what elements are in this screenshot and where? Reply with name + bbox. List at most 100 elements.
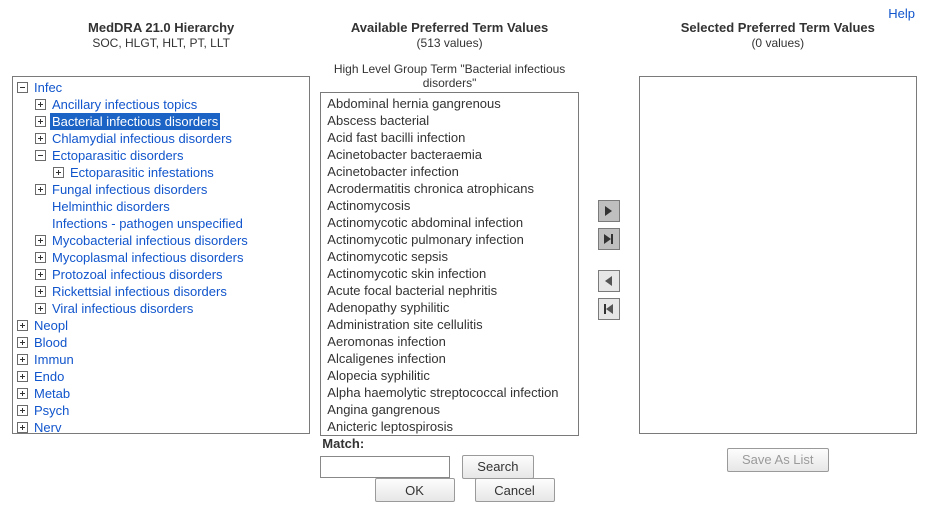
help-link[interactable]: Help — [888, 6, 915, 21]
tree-node[interactable]: Psych — [32, 402, 71, 419]
arrow-right-icon — [605, 206, 612, 216]
tree-node[interactable]: Helminthic disorders — [50, 198, 172, 215]
expand-icon[interactable] — [35, 116, 46, 127]
expand-icon[interactable] — [35, 133, 46, 144]
double-arrow-left-icon — [604, 304, 613, 314]
tree-node[interactable]: Bacterial infectious disorders — [50, 113, 220, 130]
list-item[interactable]: Acinetobacter infection — [323, 163, 576, 180]
expand-icon[interactable] — [35, 269, 46, 280]
list-item[interactable]: Acute focal bacterial nephritis — [323, 282, 576, 299]
tree-node[interactable]: Metab — [32, 385, 72, 402]
tree-row: Psych — [15, 402, 307, 419]
tree-row: Protozoal infectious disorders — [15, 266, 307, 283]
expand-icon[interactable] — [17, 388, 28, 399]
hierarchy-subtitle: SOC, HLGT, HLT, PT, LLT — [92, 36, 230, 50]
list-item[interactable]: Acinetobacter bacteraemia — [323, 146, 576, 163]
list-item[interactable]: Actinomycotic abdominal infection — [323, 214, 576, 231]
no-expander-icon — [35, 201, 46, 212]
selected-list[interactable] — [639, 76, 917, 434]
list-item[interactable]: Actinomycotic sepsis — [323, 248, 576, 265]
tree-node[interactable]: Ancillary infectious topics — [50, 96, 199, 113]
match-input[interactable] — [320, 456, 450, 478]
list-item[interactable]: Alpha haemolytic streptococcal infection — [323, 384, 576, 401]
list-item[interactable]: Abscess bacterial — [323, 112, 576, 129]
list-item[interactable]: Actinomycotic pulmonary infection — [323, 231, 576, 248]
expand-icon[interactable] — [17, 337, 28, 348]
expand-icon[interactable] — [17, 354, 28, 365]
list-item[interactable]: Acid fast bacilli infection — [323, 129, 576, 146]
tree-row: Chlamydial infectious disorders — [15, 130, 307, 147]
expand-icon[interactable] — [53, 167, 64, 178]
expand-icon[interactable] — [17, 371, 28, 382]
cancel-button[interactable]: Cancel — [475, 478, 555, 502]
hierarchy-column: MedDRA 21.0 Hierarchy SOC, HLGT, HLT, PT… — [12, 20, 310, 434]
expand-icon[interactable] — [35, 235, 46, 246]
tree-node[interactable]: Ectoparasitic infestations — [68, 164, 216, 181]
arrow-left-icon — [605, 276, 612, 286]
tree-node[interactable]: Endo — [32, 368, 66, 385]
selected-count: (0 values) — [751, 36, 804, 50]
tree-node[interactable]: Immun — [32, 351, 76, 368]
tree-node[interactable]: Ectoparasitic disorders — [50, 147, 186, 164]
tree-row: Metab — [15, 385, 307, 402]
list-item[interactable]: Actinomycosis — [323, 197, 576, 214]
transfer-buttons — [589, 20, 629, 320]
tree-row: Nerv — [15, 419, 307, 434]
save-as-list-button[interactable]: Save As List — [727, 448, 829, 472]
expand-icon[interactable] — [35, 303, 46, 314]
list-item[interactable]: Actinomycotic skin infection — [323, 265, 576, 282]
tree-row: Neopl — [15, 317, 307, 334]
tree-row: Helminthic disorders — [15, 198, 307, 215]
tree-node[interactable]: Infec — [32, 79, 64, 96]
list-item[interactable]: Alcaligenes infection — [323, 350, 576, 367]
available-list[interactable]: Abdominal hernia gangrenousAbscess bacte… — [320, 92, 579, 436]
move-all-left-button[interactable] — [598, 298, 620, 320]
tree-node[interactable]: Blood — [32, 334, 69, 351]
expand-icon[interactable] — [35, 286, 46, 297]
tree-node[interactable]: Chlamydial infectious disorders — [50, 130, 234, 147]
tree-row: Ancillary infectious topics — [15, 96, 307, 113]
expand-icon[interactable] — [17, 320, 28, 331]
move-all-right-button[interactable] — [598, 228, 620, 250]
selected-title: Selected Preferred Term Values — [681, 20, 875, 36]
tree-row: Endo — [15, 368, 307, 385]
tree-node[interactable]: Mycoplasmal infectious disorders — [50, 249, 245, 266]
search-button[interactable]: Search — [462, 455, 533, 479]
available-count: (513 values) — [417, 36, 483, 50]
hierarchy-tree[interactable]: InfecAncillary infectious topicsBacteria… — [12, 76, 310, 434]
ok-button[interactable]: OK — [375, 478, 455, 502]
list-item[interactable]: Abdominal hernia gangrenous — [323, 95, 576, 112]
tree-node[interactable]: Fungal infectious disorders — [50, 181, 209, 198]
tree-row: Mycoplasmal infectious disorders — [15, 249, 307, 266]
tree-node[interactable]: Mycobacterial infectious disorders — [50, 232, 250, 249]
tree-node[interactable]: Nerv — [32, 419, 63, 434]
move-left-button[interactable] — [598, 270, 620, 292]
tree-row: Viral infectious disorders — [15, 300, 307, 317]
list-item[interactable]: Alopecia syphilitic — [323, 367, 576, 384]
collapse-icon[interactable] — [35, 150, 46, 161]
tree-node[interactable]: Viral infectious disorders — [50, 300, 195, 317]
available-context: High Level Group Term "Bacterial infecti… — [320, 62, 579, 90]
tree-node[interactable]: Neopl — [32, 317, 70, 334]
move-right-button[interactable] — [598, 200, 620, 222]
list-item[interactable]: Adenopathy syphilitic — [323, 299, 576, 316]
tree-node[interactable]: Infections - pathogen unspecified — [50, 215, 245, 232]
list-item[interactable]: Aeromonas infection — [323, 333, 576, 350]
tree-row: Ectoparasitic infestations — [15, 164, 307, 181]
list-item[interactable]: Acrodermatitis chronica atrophicans — [323, 180, 576, 197]
expand-icon[interactable] — [35, 184, 46, 195]
expand-icon[interactable] — [17, 405, 28, 416]
list-item[interactable]: Anicteric leptospirosis — [323, 418, 576, 435]
dialog-footer: OK Cancel — [0, 478, 929, 502]
expand-icon[interactable] — [35, 252, 46, 263]
tree-node[interactable]: Rickettsial infectious disorders — [50, 283, 229, 300]
collapse-icon[interactable] — [17, 82, 28, 93]
tree-node[interactable]: Protozoal infectious disorders — [50, 266, 225, 283]
tree-row: Infec — [15, 79, 307, 96]
list-item[interactable]: Administration site cellulitis — [323, 316, 576, 333]
expand-icon[interactable] — [35, 99, 46, 110]
match-section: Match: Search — [320, 436, 579, 479]
available-title: Available Preferred Term Values — [351, 20, 548, 36]
expand-icon[interactable] — [17, 422, 28, 433]
list-item[interactable]: Angina gangrenous — [323, 401, 576, 418]
